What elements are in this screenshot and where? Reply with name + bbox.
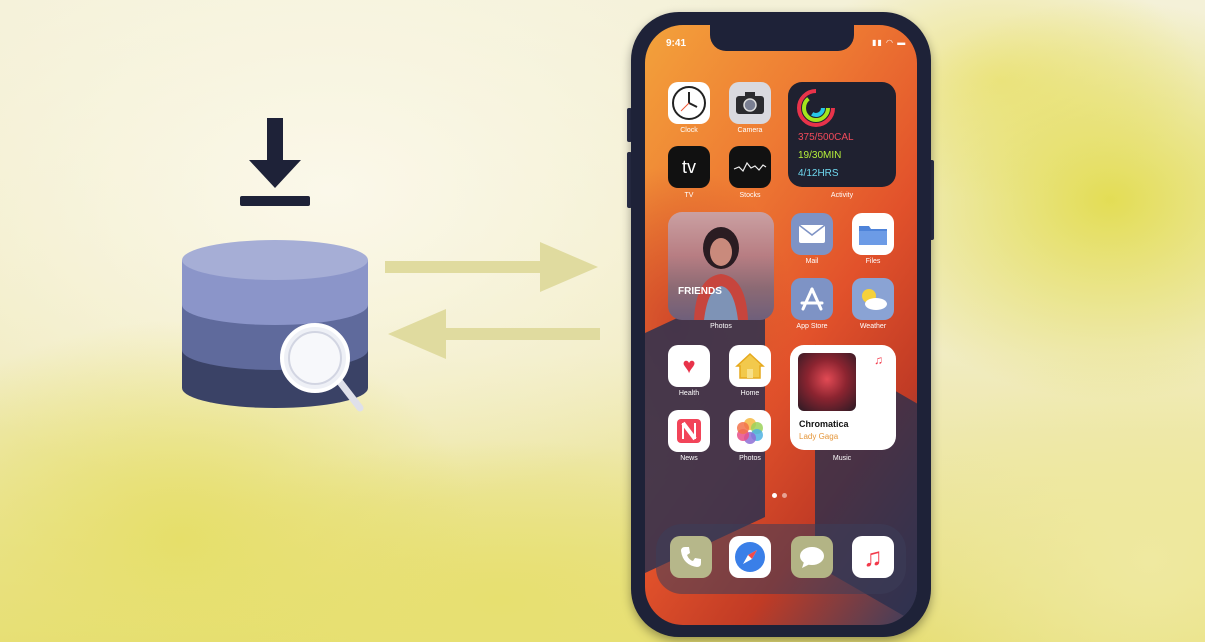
download-icon — [240, 118, 310, 206]
weather-app-icon[interactable] — [852, 278, 894, 320]
photos-widget-caption: FRIENDS — [678, 286, 722, 297]
status-icons: ▮▮ ◠ ▬ — [872, 38, 907, 47]
appstore-app-icon[interactable] — [791, 278, 833, 320]
safari-app-icon[interactable] — [729, 536, 771, 578]
activity-widget[interactable]: 375/500CAL 19/30MIN 4/12HRS — [788, 82, 896, 187]
files-app-label: Files — [865, 258, 881, 265]
apple-tv-icon: tv — [681, 156, 696, 177]
files-app-icon[interactable] — [852, 213, 894, 255]
activity-rings-icon — [797, 89, 835, 127]
news-app-icon[interactable] — [668, 410, 710, 452]
clock-app-icon[interactable] — [668, 82, 710, 124]
health-app-label: Health — [678, 390, 700, 397]
phone-notch — [710, 25, 854, 51]
database-search-icon — [182, 118, 368, 412]
album-art — [798, 353, 856, 411]
tv-app-label: TV — [684, 192, 694, 199]
photos-app-label: Photos — [739, 455, 761, 462]
photos-app-icon[interactable] — [729, 410, 771, 452]
health-app-icon[interactable]: ♥ — [668, 345, 710, 387]
music-album-title: Chromatica — [799, 419, 849, 429]
music-widget[interactable]: ♫ Chromatica Lady Gaga — [790, 345, 896, 450]
photos-widget-label: Photos — [710, 323, 732, 330]
activity-move: 375/500CAL — [798, 132, 854, 143]
music-note-icon: ♫ — [874, 353, 883, 367]
page-indicator[interactable] — [772, 493, 792, 499]
mail-app-icon[interactable] — [791, 213, 833, 255]
home-app-icon[interactable] — [729, 345, 771, 387]
news-app-label: News — [680, 455, 698, 462]
appstore-app-label: App Store — [796, 323, 828, 330]
sync-arrows-icon — [385, 242, 600, 359]
music-app-icon[interactable]: ♫ — [852, 536, 894, 578]
stocks-app-icon[interactable] — [729, 146, 771, 188]
phone-app-icon[interactable] — [670, 536, 712, 578]
status-time: 9:41 — [666, 38, 687, 49]
clock-app-label: Clock — [680, 127, 698, 134]
messages-app-icon[interactable] — [791, 536, 833, 578]
tv-app-icon[interactable]: tv — [668, 146, 710, 188]
mail-app-label: Mail — [805, 258, 819, 265]
camera-app-icon[interactable] — [729, 82, 771, 124]
activity-widget-label: Activity — [830, 192, 854, 199]
home-app-label: Home — [740, 390, 760, 397]
weather-app-label: Weather — [859, 323, 887, 330]
activity-exercise: 19/30MIN — [798, 150, 842, 161]
music-artist: Lady Gaga — [799, 432, 839, 441]
stocks-app-label: Stocks — [739, 192, 761, 199]
person-photo — [694, 227, 748, 320]
music-widget-label: Music — [832, 455, 852, 462]
camera-app-label: Camera — [737, 127, 763, 134]
activity-stand: 4/12HRS — [798, 168, 839, 179]
photos-widget[interactable]: FRIENDS — [668, 212, 774, 320]
